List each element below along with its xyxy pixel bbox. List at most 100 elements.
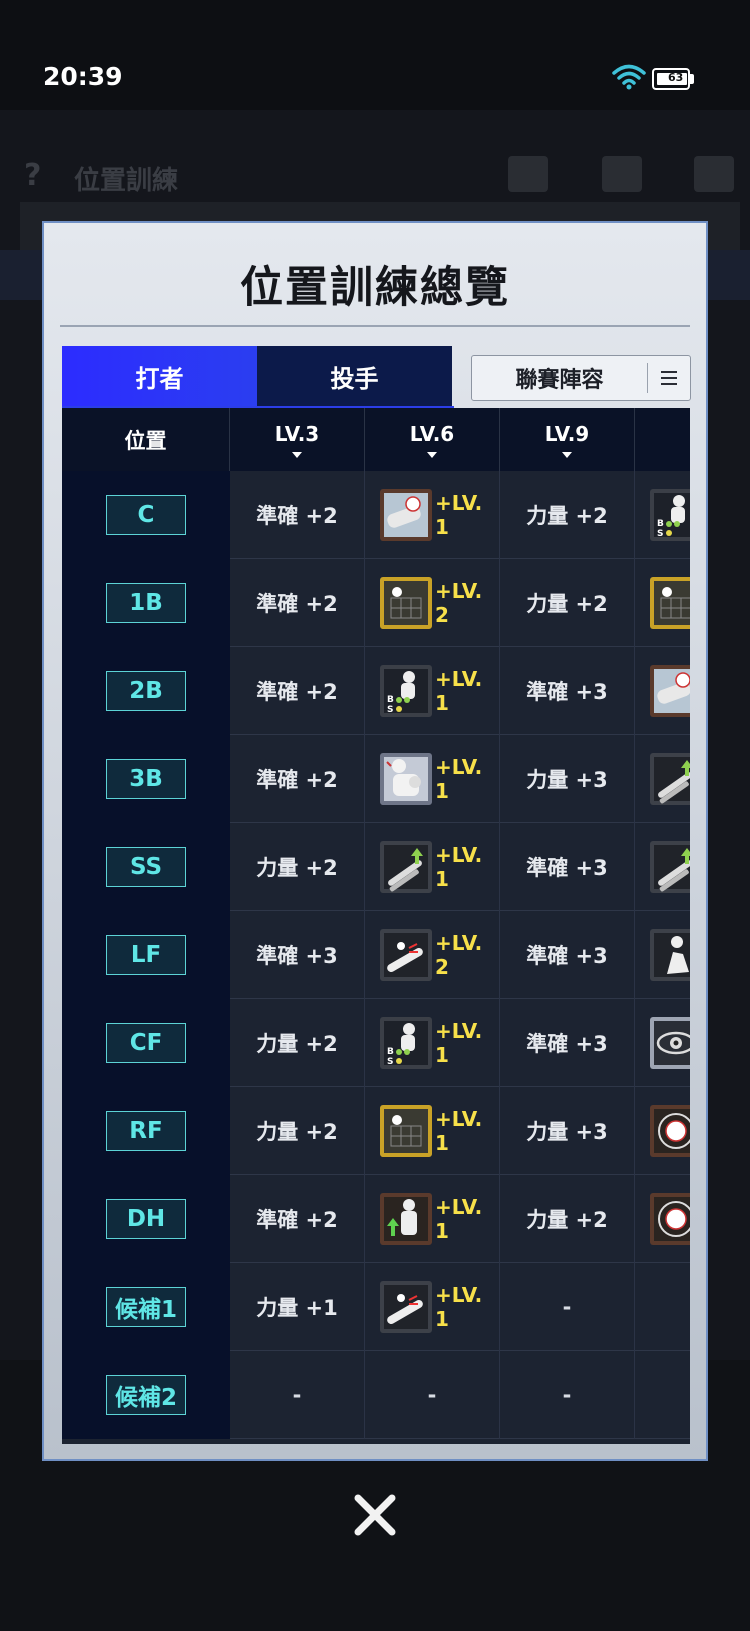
- lv9-bonus: 力量 +3: [500, 735, 635, 823]
- league-lineup-dropdown[interactable]: 聯賽陣容: [471, 355, 691, 401]
- position-badge[interactable]: RF: [106, 1111, 186, 1151]
- batter-count-icon: BS: [379, 1016, 433, 1070]
- position-badge[interactable]: SS: [106, 847, 186, 887]
- position-badge[interactable]: 候補2: [106, 1375, 186, 1415]
- svg-text:B: B: [657, 519, 664, 529]
- lv12-skill[interactable]: [635, 1175, 690, 1263]
- target-ball-icon: [649, 1104, 690, 1158]
- header-lv12[interactable]: LV: [635, 408, 690, 471]
- lv3-bonus: -: [230, 1351, 365, 1439]
- position-badge[interactable]: CF: [106, 1023, 186, 1063]
- lv9-bonus: 準確 +3: [500, 999, 635, 1087]
- close-icon[interactable]: [352, 1492, 398, 1538]
- position-cell: 2B: [62, 647, 230, 735]
- lv12-skill[interactable]: [635, 911, 690, 999]
- crowned-batter-icon: [649, 576, 690, 630]
- lv12-skill[interactable]: [635, 735, 690, 823]
- position-badge[interactable]: C: [106, 495, 186, 535]
- lv12-skill[interactable]: [635, 1087, 690, 1175]
- position-badge[interactable]: 1B: [106, 583, 186, 623]
- table-row: CF 力量 +2 B S +LV. 1 準確 +3: [62, 999, 690, 1087]
- background-title: 位置訓練: [74, 166, 179, 196]
- modal-title: 位置訓練總覽: [240, 263, 510, 313]
- table-row: RF 力量 +2 +LV. 1 力量 +3: [62, 1087, 690, 1175]
- lv6-skill[interactable]: B S +LV. 1: [365, 647, 500, 735]
- position-cell: C: [62, 471, 230, 559]
- batter-up-icon: [379, 1192, 433, 1246]
- header-lv3[interactable]: LV.3: [230, 408, 365, 471]
- lv6-skill[interactable]: +LV. 1: [365, 823, 500, 911]
- batter-count-icon: BS: [649, 488, 690, 542]
- lv3-bonus: 準確 +2: [230, 735, 365, 823]
- battery-level: 63: [668, 71, 684, 84]
- lv6-skill[interactable]: +LV. 2: [365, 911, 500, 999]
- status-time: 20:39: [43, 62, 123, 91]
- lv9-bonus: 力量 +2: [500, 1175, 635, 1263]
- svg-text:B: B: [387, 695, 394, 705]
- skill-level: +LV. 1: [435, 1019, 483, 1067]
- flag-icon: [508, 156, 548, 192]
- lv3-bonus: 力量 +1: [230, 1263, 365, 1351]
- table-row: 2B 準確 +2 B S +LV. 1 準確 +3: [62, 647, 690, 735]
- tab-pitcher[interactable]: 投手: [257, 346, 452, 406]
- svg-text:B: B: [387, 1047, 394, 1057]
- eye-icon: [649, 1016, 690, 1070]
- tab-bar: 打者 投手: [62, 346, 452, 406]
- skill-level: +LV. 1: [435, 491, 483, 539]
- status-bar: 20:39 63: [0, 0, 750, 110]
- position-cell: RF: [62, 1087, 230, 1175]
- catcher-icon: [379, 752, 433, 806]
- training-table[interactable]: 位置 LV.3 LV.6 LV.9 LV C準確 +2+LV. 1力量 +2BS…: [62, 408, 690, 1444]
- lv6-skill: -: [365, 1351, 500, 1439]
- lv12-skill[interactable]: [635, 823, 690, 911]
- skill-level: +LV. 1: [435, 1195, 483, 1243]
- position-badge[interactable]: 3B: [106, 759, 186, 799]
- lv6-skill[interactable]: +LV. 1: [365, 471, 500, 559]
- position-badge[interactable]: DH: [106, 1199, 186, 1239]
- batter-count-icon: BS: [379, 664, 433, 718]
- battery-icon: 63: [652, 68, 694, 90]
- divider: [60, 325, 690, 327]
- position-badge[interactable]: LF: [106, 935, 186, 975]
- svg-text:S: S: [657, 529, 663, 539]
- lv12-skill[interactable]: [635, 559, 690, 647]
- lv9-bonus: -: [500, 1351, 635, 1439]
- grid-target-icon: [379, 576, 433, 630]
- lv12-skill[interactable]: [635, 647, 690, 735]
- table-row: 候補2- - -: [62, 1351, 690, 1439]
- lv6-skill[interactable]: +LV. 1: [365, 1087, 500, 1175]
- position-badge[interactable]: 候補1: [106, 1287, 186, 1327]
- lv6-skill[interactable]: +LV. 2: [365, 559, 500, 647]
- background-header: ? 位置訓練: [0, 130, 750, 210]
- grid-target-icon: [379, 1104, 433, 1158]
- lv6-skill[interactable]: +LV. 1: [365, 1175, 500, 1263]
- lv12-skill[interactable]: BS: [635, 471, 690, 559]
- position-cell: 1B: [62, 559, 230, 647]
- target-ball-icon: [649, 1192, 690, 1246]
- bat-up-icon: [379, 840, 433, 894]
- runner-icon: [649, 928, 690, 982]
- league-lineup-label: 聯賽陣容: [515, 368, 604, 393]
- lv3-bonus: 準確 +3: [230, 911, 365, 999]
- lv12-skill: [635, 1351, 690, 1439]
- lv3-bonus: 力量 +2: [230, 1087, 365, 1175]
- position-cell: LF: [62, 911, 230, 999]
- lv6-skill[interactable]: B S +LV. 1: [365, 999, 500, 1087]
- lv9-bonus: 準確 +3: [500, 911, 635, 999]
- tab-batter[interactable]: 打者: [62, 346, 257, 406]
- lv3-bonus: 準確 +2: [230, 471, 365, 559]
- lv3-bonus: 力量 +2: [230, 823, 365, 911]
- lv12-skill[interactable]: [635, 999, 690, 1087]
- position-cell: 候補2: [62, 1351, 230, 1439]
- position-badge[interactable]: 2B: [106, 671, 186, 711]
- wifi-icon: [612, 64, 646, 90]
- catch-ball-icon: [649, 664, 690, 718]
- lv6-skill[interactable]: +LV. 1: [365, 1263, 500, 1351]
- lv6-skill[interactable]: +LV. 1: [365, 735, 500, 823]
- position-cell: CF: [62, 999, 230, 1087]
- menu-icon: [648, 355, 690, 401]
- svg-text:S: S: [387, 1057, 393, 1067]
- header-lv6[interactable]: LV.6: [365, 408, 500, 471]
- header-lv9[interactable]: LV.9: [500, 408, 635, 471]
- position-cell: 3B: [62, 735, 230, 823]
